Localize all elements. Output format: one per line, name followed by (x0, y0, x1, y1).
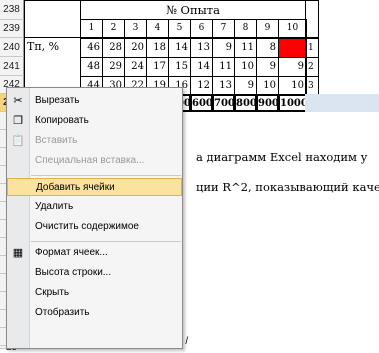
context-menu: ✂ Вырезать ❐ Копировать 📋 Вставить Специальная… (6, 87, 183, 349)
column-number: 3 (124, 19, 147, 38)
table-cell[interactable]: 9 (234, 76, 257, 96)
column-number: 1 (80, 19, 103, 38)
menu-item[interactable]: Высота строки... (7, 264, 182, 282)
column-number: 6 (190, 19, 213, 38)
table-cell[interactable]: 11 (212, 57, 235, 77)
row-label[interactable]: Тп, % (24, 38, 81, 57)
column-number: 8 (234, 19, 257, 38)
row-label[interactable] (24, 57, 81, 76)
row-label-text: Тп, % (27, 40, 60, 53)
menu-item-label: Формат ячеек... (35, 247, 108, 258)
menu-separator (31, 175, 181, 176)
menu-item-label: Скрыть (35, 287, 70, 298)
menu-item[interactable]: ✂ Вырезать (7, 92, 182, 110)
label-header-cell[interactable] (24, 0, 81, 38)
menu-item-label: Отобразить (35, 307, 90, 318)
row-header[interactable]: 240 (0, 38, 24, 57)
menu-item[interactable]: Отобразить (7, 304, 182, 322)
table-cell[interactable]: 28 (102, 38, 125, 58)
t-row-cell[interactable]: 600 (190, 94, 213, 112)
table-cell[interactable]: 20 (124, 38, 147, 58)
menu-item-label: Удалить (35, 201, 74, 212)
table-cell[interactable]: 9 (212, 38, 235, 58)
t-row-cell[interactable]: 800 (234, 94, 257, 112)
menu-item-label: Вставить (35, 135, 78, 146)
table-cell[interactable]: 15 (168, 57, 191, 77)
t-row-cell[interactable]: 700 (212, 94, 235, 112)
copy-icon: ❐ (13, 115, 23, 127)
table-cell[interactable]: 17 (146, 57, 169, 77)
menu-item[interactable]: ❐ Копировать (7, 112, 182, 130)
meas-number-cell[interactable]: 1 (305, 38, 319, 58)
menu-item-label: Очистить содержимое (35, 221, 139, 232)
menu-separator (31, 241, 181, 242)
table-cell[interactable]: 46 (80, 38, 103, 58)
column-number: 4 (146, 19, 169, 38)
column-number: 5 (168, 19, 191, 38)
row-header[interactable]: 241 (0, 57, 24, 76)
menu-item-label: Высота строки... (35, 267, 112, 278)
selected-row-fill (305, 94, 379, 112)
format-cells-icon: ▦ (12, 247, 24, 259)
table-cell[interactable]: 14 (168, 38, 191, 58)
table-cell[interactable]: 13 (212, 76, 235, 96)
row-number: 238 (3, 4, 20, 15)
meas-number-cell[interactable]: 2 (305, 57, 319, 77)
menu-item[interactable]: Добавить ячейки (7, 178, 182, 196)
table-cell[interactable]: 10 (256, 76, 279, 96)
table-cell[interactable]: 48 (80, 57, 103, 77)
menu-item[interactable]: ▦ Формат ячеек... (7, 244, 182, 262)
table-cell[interactable]: 10 (278, 76, 307, 96)
menu-item[interactable]: Удалить (7, 198, 182, 216)
menu-item[interactable]: Скрыть (7, 284, 182, 302)
menu-item[interactable]: Специальная вставка... (7, 152, 182, 170)
column-number: 9 (256, 19, 279, 38)
row-number: 239 (3, 23, 20, 34)
column-number: 10 (278, 19, 307, 38)
table-cell[interactable]: 9 (256, 57, 279, 77)
table-cell[interactable]: 14 (190, 57, 213, 77)
table-cell[interactable]: 8 (256, 38, 279, 58)
scissors-icon: ✂ (13, 95, 23, 107)
table-cell[interactable]: 29 (102, 57, 125, 77)
t-row-cell[interactable]: 900 (256, 94, 279, 112)
table-cell[interactable]: 12 (190, 76, 213, 96)
table-title: № Опыта (80, 0, 306, 20)
table-cell[interactable]: 10 (234, 57, 257, 77)
table-cell[interactable]: 11 (234, 38, 257, 58)
table-cell[interactable]: 13 (190, 38, 213, 58)
menu-item-label: Добавить ячейки (36, 182, 115, 193)
meas-number-label: № Изм. (306, 3, 318, 37)
menu-item-label: Вырезать (35, 95, 80, 106)
body-text-line-2: ции R^2, показывающий качество (196, 180, 379, 194)
paste-icon: 📋 (11, 135, 25, 147)
menu-item-label: Специальная вставка... (35, 155, 145, 166)
table-cell[interactable] (278, 38, 307, 58)
row-header[interactable]: 238 (0, 0, 24, 20)
meas-number-cell[interactable]: 3 (305, 76, 319, 96)
menu-item[interactable]: 📋 Вставить (7, 132, 182, 150)
table-cell[interactable]: 24 (124, 57, 147, 77)
meas-number-header: № Изм. (305, 0, 319, 38)
menu-item[interactable]: Очистить содержимое (7, 218, 182, 236)
table-cell[interactable]: 9 (278, 57, 307, 77)
row-header[interactable]: 239 (0, 20, 24, 38)
body-text-line-1: а диаграмм Excel находим у (196, 150, 368, 164)
column-number: 2 (102, 19, 125, 38)
column-number: 7 (212, 19, 235, 38)
row-number: 240 (3, 42, 20, 53)
t-row-cell[interactable]: 1000 (278, 94, 307, 112)
table-cell[interactable]: 18 (146, 38, 169, 58)
spreadsheet: 2382392402412422432424242424242424252525… (0, 0, 379, 353)
menu-item-label: Копировать (35, 115, 89, 126)
row-number: 241 (3, 61, 20, 72)
